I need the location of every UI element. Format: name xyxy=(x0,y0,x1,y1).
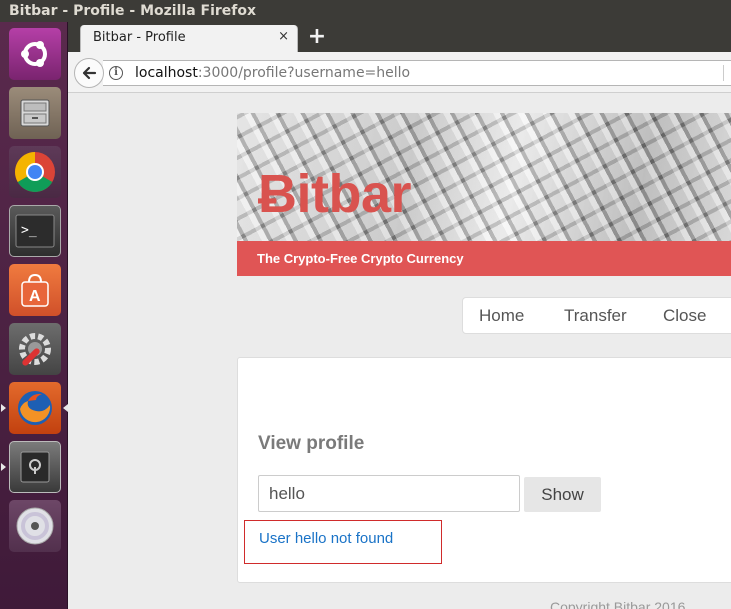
main-menu: Home Transfer Close xyxy=(462,297,731,334)
firefox-icon[interactable] xyxy=(9,382,61,434)
window-title: Bitbar - Profile - Mozilla Firefox xyxy=(9,3,257,19)
address-bar[interactable]: i localhost:3000/profile?username=hello xyxy=(103,60,731,86)
profile-card: View profile Show User hello not found xyxy=(237,357,731,583)
terminal-icon[interactable]: >_ xyxy=(9,205,61,257)
browser-tab[interactable]: Bitbar - Profile × xyxy=(80,25,298,52)
tab-strip: Bitbar - Profile × + xyxy=(68,22,731,52)
ubuntu-dash-icon[interactable] xyxy=(9,28,61,80)
url-host: localhost xyxy=(135,65,198,81)
navigation-bar: i localhost:3000/profile?username=hello xyxy=(68,52,731,93)
username-input[interactable] xyxy=(258,475,520,512)
menu-home[interactable]: Home xyxy=(479,306,524,326)
page-title: View profile xyxy=(258,433,365,454)
window-title-bar: Bitbar - Profile - Mozilla Firefox xyxy=(0,0,731,22)
running-indicator-icon xyxy=(1,463,6,471)
launcher: >_ A xyxy=(0,22,68,609)
system-settings-icon[interactable] xyxy=(9,323,61,375)
error-message-box: User hello not found xyxy=(244,520,442,564)
info-icon[interactable]: i xyxy=(109,66,123,80)
svg-text:A: A xyxy=(29,288,41,305)
page-content: Ƀitbar The Crypto-Free Crypto Currency H… xyxy=(68,93,731,609)
tagline-banner: The Crypto-Free Crypto Currency xyxy=(237,241,731,276)
url-text[interactable]: localhost:3000/profile?username=hello xyxy=(135,65,410,81)
menu-close[interactable]: Close xyxy=(663,306,706,326)
back-button[interactable] xyxy=(74,58,104,88)
tab-close-icon[interactable]: × xyxy=(278,29,289,44)
tagline: The Crypto-Free Crypto Currency xyxy=(257,251,464,266)
software-center-icon[interactable]: A xyxy=(9,264,61,316)
chrome-icon[interactable] xyxy=(9,146,61,198)
new-tab-button[interactable]: + xyxy=(304,24,330,50)
menu-transfer[interactable]: Transfer xyxy=(564,306,627,326)
tab-title: Bitbar - Profile xyxy=(93,30,186,45)
footer-copyright: Copyright Bitbar 2016 xyxy=(550,599,686,609)
back-arrow-icon xyxy=(82,66,97,80)
svg-text:>_: >_ xyxy=(21,223,37,238)
address-bar-separator xyxy=(723,65,724,81)
error-message: User hello not found xyxy=(259,530,394,547)
files-icon[interactable] xyxy=(9,87,61,139)
header-banner: Ƀitbar xyxy=(237,113,731,241)
url-path: :3000/profile?username=hello xyxy=(197,65,411,81)
show-button[interactable]: Show xyxy=(524,477,601,512)
disc-icon[interactable] xyxy=(9,500,61,552)
running-indicator-icon xyxy=(1,404,6,412)
safe-icon[interactable] xyxy=(9,441,61,493)
brand-logo[interactable]: Ƀitbar xyxy=(258,163,412,225)
